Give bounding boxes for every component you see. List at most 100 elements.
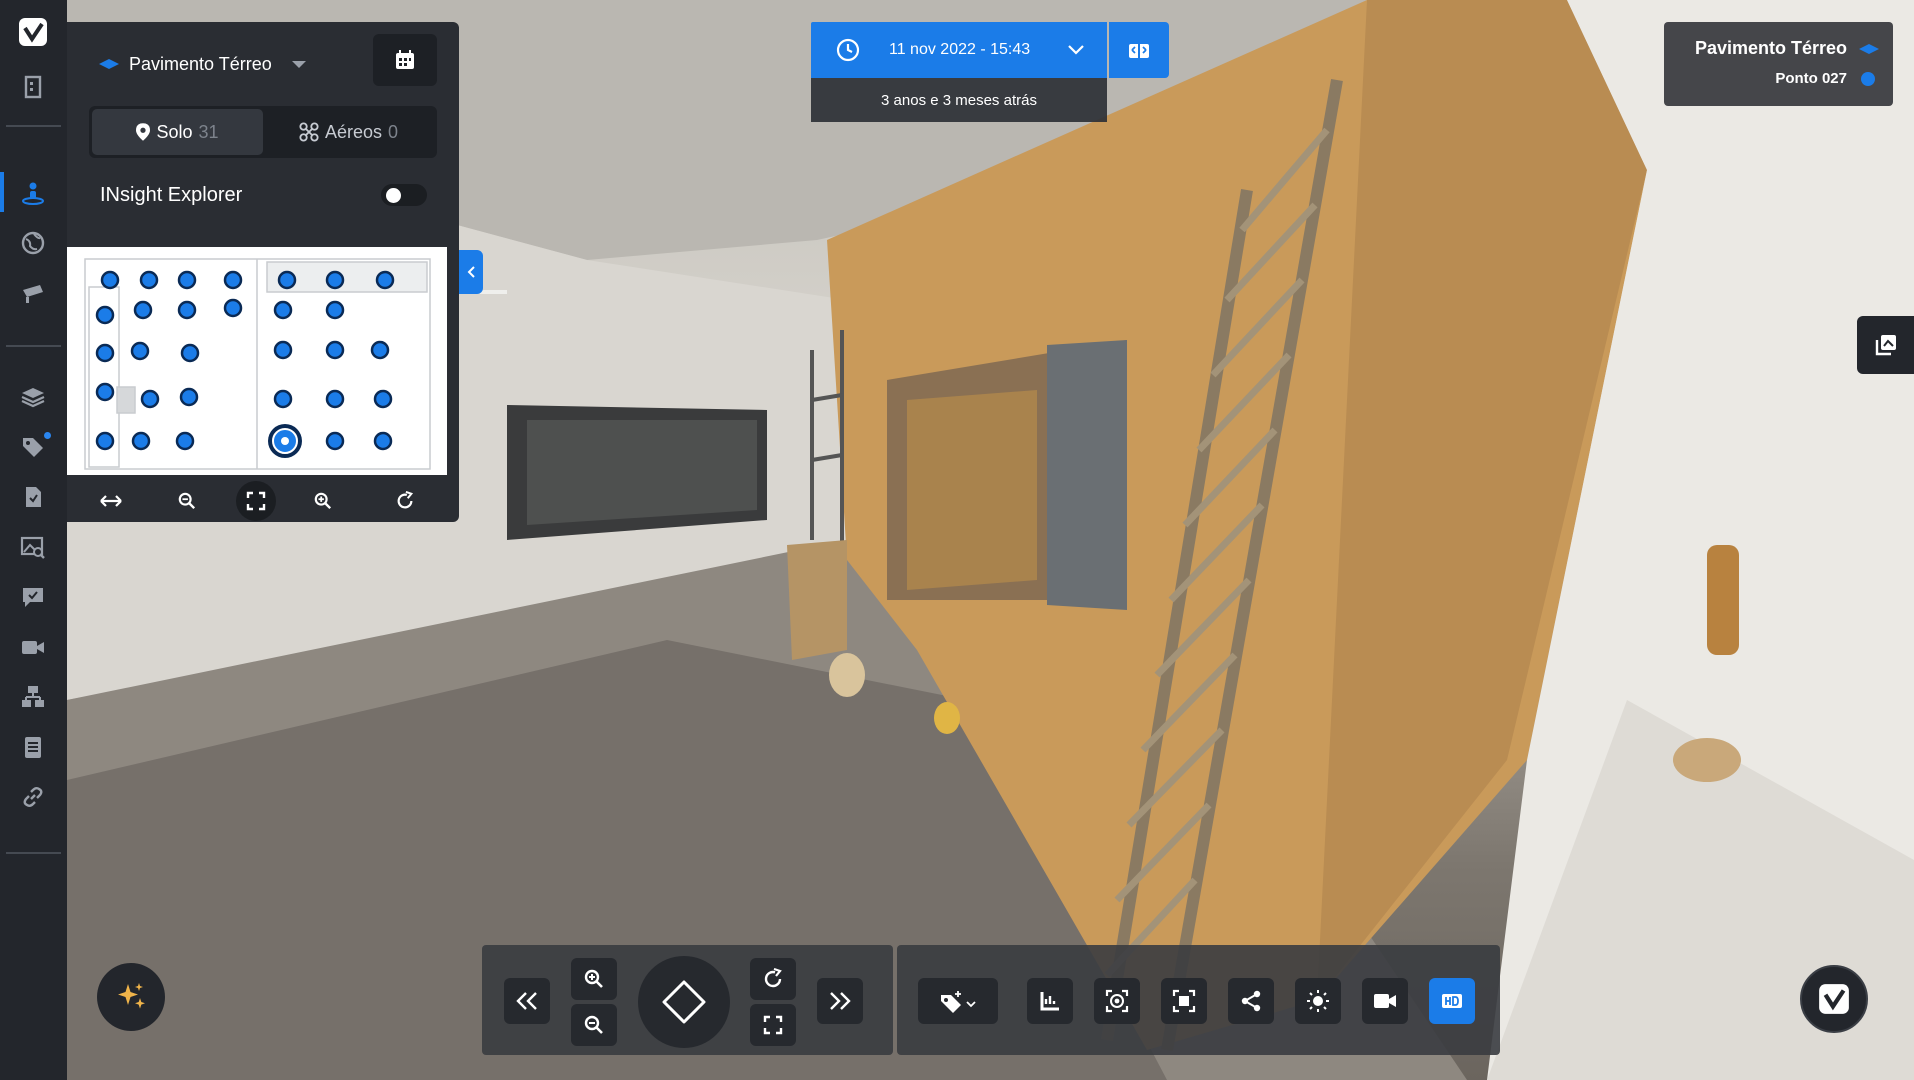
insight-explorer-label: INsight Explorer bbox=[100, 184, 243, 206]
floor-plan-map[interactable] bbox=[67, 247, 447, 475]
measure-button[interactable] bbox=[1027, 978, 1073, 1024]
tab-solo-count: 31 bbox=[198, 121, 219, 142]
reset-view-button[interactable] bbox=[750, 958, 796, 1000]
target-button[interactable] bbox=[1094, 978, 1140, 1024]
caret-down-icon bbox=[291, 60, 306, 68]
location-card: Pavimento Térreo Ponto 027 bbox=[1664, 22, 1893, 106]
calendar-button[interactable] bbox=[373, 34, 437, 86]
floor-diamond-icon bbox=[1859, 44, 1879, 54]
brightness-button[interactable] bbox=[1295, 978, 1341, 1024]
fit-width-button[interactable] bbox=[91, 481, 131, 521]
tag-icon[interactable] bbox=[20, 434, 46, 460]
hd-toggle-button[interactable] bbox=[1429, 978, 1475, 1024]
compare-button[interactable] bbox=[1109, 22, 1169, 78]
fullscreen-icon bbox=[763, 1015, 783, 1035]
floor-selector[interactable]: Pavimento Térreo bbox=[99, 44, 306, 84]
navigation-arrows-icon bbox=[662, 980, 706, 1024]
video-icon[interactable] bbox=[20, 634, 46, 660]
double-chevron-left-icon bbox=[516, 992, 537, 1010]
fullscreen-icon bbox=[246, 491, 266, 511]
capture-type-tabs: Solo 31 Aéreos 0 bbox=[89, 106, 437, 158]
hd-icon bbox=[1442, 994, 1462, 1008]
sidebar-divider bbox=[6, 125, 61, 127]
point-dot-icon bbox=[1861, 72, 1875, 86]
tab-aereos-count: 0 bbox=[388, 121, 399, 142]
fullscreen-button[interactable] bbox=[750, 1004, 796, 1046]
tab-solo-label: Solo bbox=[156, 121, 193, 142]
zoom-out-button[interactable] bbox=[571, 1004, 617, 1046]
app-home-button[interactable] bbox=[1800, 965, 1868, 1033]
zoom-out-map-button[interactable] bbox=[167, 481, 207, 521]
sidebar-divider bbox=[6, 345, 61, 347]
checklist-icon[interactable] bbox=[20, 734, 46, 760]
rotate-icon bbox=[397, 491, 414, 509]
share-button[interactable] bbox=[1228, 978, 1274, 1024]
location-point: Ponto 027 bbox=[1775, 70, 1847, 87]
video-record-button[interactable] bbox=[1362, 978, 1408, 1024]
zoom-in-map-button[interactable] bbox=[303, 481, 343, 521]
image-search-icon[interactable] bbox=[20, 534, 46, 560]
globe-icon[interactable] bbox=[20, 230, 46, 256]
layers-icon[interactable] bbox=[20, 384, 46, 410]
drone-icon bbox=[299, 122, 319, 142]
double-chevron-right-icon bbox=[830, 992, 851, 1010]
calendar-icon bbox=[396, 50, 414, 69]
tab-solo[interactable]: Solo 31 bbox=[92, 109, 263, 155]
next-capture-button[interactable] bbox=[817, 978, 863, 1024]
capture-date-selector[interactable]: 11 nov 2022 - 15:43 bbox=[811, 22, 1107, 78]
sidebar-divider bbox=[6, 852, 61, 854]
map-pin-icon bbox=[136, 123, 151, 141]
collapse-panel-button[interactable] bbox=[459, 250, 483, 294]
add-tag-button[interactable] bbox=[918, 978, 998, 1024]
document-icon[interactable] bbox=[20, 484, 46, 510]
building-icon[interactable] bbox=[20, 74, 46, 100]
zoom-out-icon bbox=[584, 1015, 603, 1034]
floor-name: Pavimento Térreo bbox=[129, 53, 272, 74]
main-sidebar bbox=[0, 0, 67, 1080]
tab-aereos-label: Aéreos bbox=[324, 121, 383, 142]
screenshot-icon bbox=[1172, 989, 1196, 1013]
link-icon[interactable] bbox=[20, 784, 46, 810]
capture-date-text: 11 nov 2022 - 15:43 bbox=[889, 41, 1031, 58]
person-360-icon[interactable] bbox=[20, 180, 46, 206]
zoom-out-icon bbox=[178, 492, 196, 510]
compare-icon bbox=[1129, 41, 1149, 60]
clock-icon bbox=[836, 38, 860, 62]
previous-capture-button[interactable] bbox=[504, 978, 550, 1024]
gallery-icon bbox=[1875, 335, 1896, 356]
measure-icon bbox=[1040, 992, 1059, 1011]
network-icon[interactable] bbox=[20, 684, 46, 710]
ai-assistant-button[interactable] bbox=[97, 963, 165, 1031]
zoom-in-icon bbox=[314, 492, 332, 510]
rotate-map-button[interactable] bbox=[385, 481, 425, 521]
video-record-icon bbox=[1374, 994, 1396, 1008]
zoom-in-icon bbox=[584, 969, 603, 988]
screenshot-button[interactable] bbox=[1161, 978, 1207, 1024]
refresh-icon bbox=[764, 968, 782, 988]
app-logo-icon[interactable] bbox=[17, 16, 49, 48]
insight-explorer-toggle[interactable] bbox=[381, 184, 427, 206]
chevron-left-icon bbox=[467, 266, 475, 278]
tab-aereos[interactable]: Aéreos 0 bbox=[263, 109, 434, 155]
brightness-icon bbox=[1307, 990, 1329, 1012]
comment-icon[interactable] bbox=[20, 584, 46, 610]
toggle-knob bbox=[386, 188, 401, 203]
add-tag-icon bbox=[941, 991, 976, 1013]
active-indicator bbox=[0, 172, 4, 212]
relative-time-label: 3 anos e 3 meses atrás bbox=[811, 78, 1107, 122]
fullscreen-map-button[interactable] bbox=[236, 481, 276, 521]
target-icon bbox=[1105, 989, 1129, 1013]
sparkles-icon bbox=[118, 983, 145, 1009]
location-floor: Pavimento Térreo bbox=[1694, 38, 1847, 58]
drone-camera-icon[interactable] bbox=[20, 280, 46, 306]
chevron-down-icon bbox=[1068, 45, 1084, 55]
fit-width-icon bbox=[100, 495, 122, 507]
map-toolbar bbox=[67, 480, 459, 522]
zoom-in-button[interactable] bbox=[571, 958, 617, 1000]
share-icon bbox=[1241, 990, 1261, 1012]
direction-pad[interactable] bbox=[638, 956, 730, 1048]
floor-diamond-icon bbox=[99, 59, 119, 69]
notification-dot bbox=[44, 432, 51, 439]
gallery-button[interactable] bbox=[1857, 316, 1914, 374]
floor-plan-panel: Pavimento Térreo Solo 31 Aéreos 0 INsight … bbox=[67, 22, 459, 522]
